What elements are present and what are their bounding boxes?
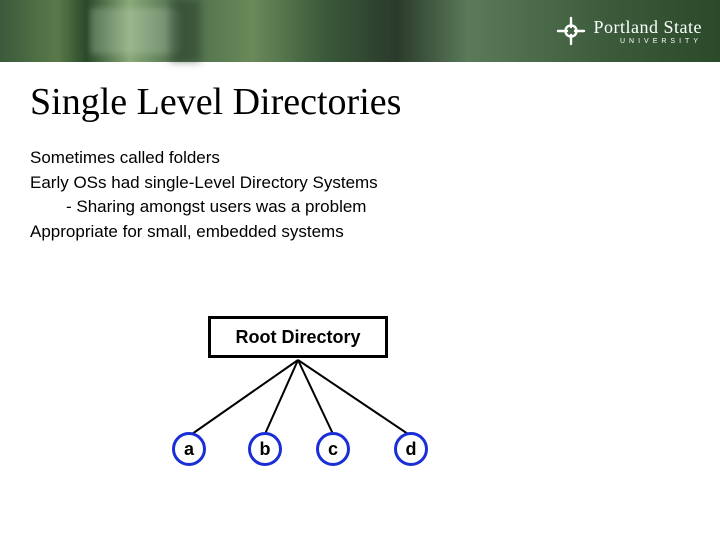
body-line-3: - Sharing amongst users was a problem (30, 195, 720, 220)
logo-mark-icon (556, 16, 586, 46)
brand-subname: UNIVERSITY (594, 38, 703, 45)
logo-text: Portland State UNIVERSITY (594, 18, 703, 45)
node-c: c (316, 432, 350, 466)
body-line-1: Sometimes called folders (30, 146, 720, 171)
body-line-4: Appropriate for small, embedded systems (30, 220, 720, 245)
slide-title: Single Level Directories (30, 80, 720, 124)
root-directory-box: Root Directory (208, 316, 388, 358)
node-a: a (172, 432, 206, 466)
directory-diagram: Root Directory a b c d (120, 310, 540, 510)
university-logo: Portland State UNIVERSITY (556, 16, 703, 46)
node-b: b (248, 432, 282, 466)
node-d: d (394, 432, 428, 466)
brand-name: Portland State (594, 18, 703, 36)
slide-body: Sometimes called folders Early OSs had s… (30, 146, 720, 245)
body-line-2: Early OSs had single-Level Directory Sys… (30, 171, 720, 196)
header-banner: Portland State UNIVERSITY (0, 0, 720, 62)
